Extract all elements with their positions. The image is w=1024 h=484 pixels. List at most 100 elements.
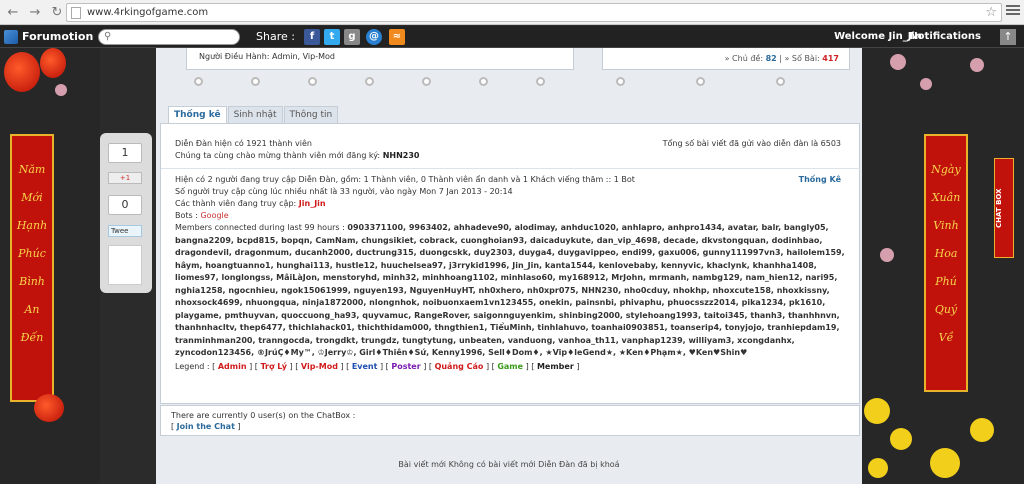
right-banner-word: Phú bbox=[935, 275, 957, 288]
legend-item: [ Quảng Cáo ] bbox=[428, 361, 492, 371]
flower-image bbox=[970, 418, 994, 442]
left-decoration: Năm Mới Hạnh Phúc Bình An Đến bbox=[0, 48, 100, 484]
binder-hole bbox=[251, 77, 260, 86]
binder-hole bbox=[308, 77, 317, 86]
left-banner-word: Bình bbox=[19, 275, 45, 288]
legend-group-link[interactable]: Game bbox=[497, 362, 523, 371]
right-new-year-banner: Ngày Xuân Vinh Hoa Phú Quý Về bbox=[924, 134, 968, 392]
stats-panel: Diễn Đàn hiện có 1921 thành viên Tổng số… bbox=[160, 123, 861, 404]
flower-image bbox=[930, 448, 960, 478]
right-banner-word: Ngày bbox=[931, 163, 961, 176]
legend-item: [ Trợ Lý ] bbox=[254, 361, 296, 371]
legend-group-link[interactable]: Vip-Mod bbox=[301, 362, 338, 371]
legend-group-link[interactable]: Member bbox=[537, 362, 574, 371]
binder-hole bbox=[479, 77, 488, 86]
stats-link[interactable]: Thống Kê bbox=[799, 174, 841, 186]
gplus-button[interactable]: +1 bbox=[108, 172, 142, 184]
legend-item: [ Game ] bbox=[491, 361, 532, 371]
legend-group-link[interactable]: Event bbox=[352, 362, 378, 371]
tab-sinh-nhat[interactable]: Sinh nhật bbox=[227, 106, 283, 123]
search-icon: ⚲ bbox=[104, 31, 112, 42]
browser-toolbar: ← → ↻ www.4rkingofgame.com ☆ bbox=[0, 0, 1024, 25]
bots-line: Bots : Google bbox=[175, 211, 229, 220]
legend-item: [ Member ] bbox=[531, 361, 580, 371]
tweet-button[interactable]: Twee bbox=[108, 225, 142, 237]
binder-hole bbox=[194, 77, 203, 86]
address-bar[interactable]: www.4rkingofgame.com ☆ bbox=[66, 3, 1002, 22]
share-counter-panel: 1 +1 0 Twee bbox=[100, 133, 152, 293]
left-new-year-banner: Năm Mới Hạnh Phúc Bình An Đến bbox=[10, 134, 54, 402]
email-icon[interactable]: @ bbox=[366, 29, 382, 45]
right-banner-word: Hoa bbox=[934, 247, 958, 260]
legend-item: [ Event ] bbox=[346, 361, 386, 371]
main-content: Người Điều Hành: Admin, Vip-Mod » Chủ đề… bbox=[156, 48, 862, 484]
search-input[interactable]: ⚲ bbox=[98, 29, 240, 45]
bookmark-star-icon[interactable]: ☆ bbox=[985, 5, 997, 20]
binder-hole bbox=[365, 77, 374, 86]
share-widget-blank bbox=[108, 245, 142, 285]
record-line: Số người truy cập cùng lúc nhiều nhất là… bbox=[175, 187, 513, 196]
google-icon[interactable]: g bbox=[344, 29, 360, 45]
legend-group-link[interactable]: Admin bbox=[218, 362, 247, 371]
posts-total: Tổng số bài viết đã gửi vào diễn đàn là … bbox=[662, 139, 841, 148]
blossom-image bbox=[970, 58, 984, 72]
right-banner-word: Về bbox=[938, 331, 954, 344]
tab-thong-ke[interactable]: Thống kê bbox=[168, 106, 227, 123]
lantern-image bbox=[34, 394, 64, 422]
rss-icon[interactable]: ≈ bbox=[389, 29, 405, 45]
forumotion-logo[interactable]: Forumotion bbox=[4, 29, 93, 44]
left-banner-word: An bbox=[24, 303, 40, 316]
legend-group-link[interactable]: Poster bbox=[391, 362, 420, 371]
page-icon bbox=[71, 6, 81, 19]
right-decoration: Ngày Xuân Vinh Hoa Phú Quý Về CHAT BOX bbox=[860, 48, 1024, 484]
chatbox-panel: There are currently 0 user(s) on the Cha… bbox=[160, 405, 860, 436]
menu-icon[interactable] bbox=[1006, 5, 1020, 17]
chatbox-status: There are currently 0 user(s) on the Cha… bbox=[171, 411, 356, 420]
left-banner-word: Phúc bbox=[18, 247, 46, 260]
forumotion-toolbar: Forumotion ⚲ Share : f t g @ ≈ Welcome J… bbox=[0, 26, 1024, 48]
share-label: Share : bbox=[256, 30, 295, 43]
members-99-hours: Members connected during last 99 hours :… bbox=[175, 223, 845, 357]
left-banner-word: Mới bbox=[21, 191, 43, 204]
legend-group-link[interactable]: Quảng Cáo bbox=[435, 362, 484, 371]
facebook-icon[interactable]: f bbox=[304, 29, 320, 45]
binder-hole bbox=[776, 77, 785, 86]
join-chat-link[interactable]: Join the Chat bbox=[177, 422, 235, 431]
right-banner-word: Quý bbox=[934, 303, 958, 316]
forward-icon[interactable]: → bbox=[26, 3, 44, 21]
legend-item: [ Poster ] bbox=[385, 361, 429, 371]
scroll-up-icon[interactable]: ↑ bbox=[1000, 29, 1016, 45]
binder-hole bbox=[422, 77, 431, 86]
current-user-link[interactable]: Jin_Jin bbox=[299, 199, 326, 208]
flower-image bbox=[890, 428, 912, 450]
left-banner-word: Đến bbox=[20, 331, 44, 344]
blossom-image bbox=[880, 248, 894, 262]
facebook-share-count[interactable]: 1 bbox=[108, 143, 142, 163]
footer-legend: Bài viết mới Không có bài viết mới Diễn … bbox=[398, 460, 620, 469]
flower-image bbox=[864, 398, 890, 424]
right-banner-word: Vinh bbox=[933, 219, 959, 232]
chatbox-side-tab[interactable]: CHAT BOX bbox=[994, 158, 1014, 258]
current-users-line: Các thành viên đang truy cập: Jin_Jin bbox=[175, 199, 326, 208]
forumotion-icon bbox=[4, 29, 18, 44]
lantern-image bbox=[40, 48, 66, 78]
right-banner-word: Xuân bbox=[931, 191, 961, 204]
forum-moderator-box: Người Điều Hành: Admin, Vip-Mod bbox=[186, 48, 574, 70]
notifications-link[interactable]: Notifications bbox=[909, 31, 981, 42]
moderator-line: Người Điều Hành: Admin, Vip-Mod bbox=[199, 52, 335, 61]
left-banner-word: Hạnh bbox=[16, 219, 48, 232]
legend-line: Legend : [ Admin ] [ Trợ Lý ] [ Vip-Mod … bbox=[175, 361, 580, 371]
newest-member-link[interactable]: NHN230 bbox=[383, 151, 420, 160]
twitter-icon[interactable]: t bbox=[324, 29, 340, 45]
members-99-list[interactable]: 0903371100, 9963402, ahhadeve90, alodima… bbox=[175, 223, 845, 357]
lantern-image bbox=[4, 52, 40, 92]
reload-icon[interactable]: ↻ bbox=[48, 3, 66, 21]
url-text: www.4rkingofgame.com bbox=[87, 7, 209, 18]
blossom-image bbox=[55, 84, 67, 96]
gplus-share-count[interactable]: 0 bbox=[108, 195, 142, 215]
binder-hole bbox=[536, 77, 545, 86]
legend-group-link[interactable]: Trợ Lý bbox=[260, 362, 287, 371]
tab-thong-tin[interactable]: Thông tin bbox=[283, 106, 339, 123]
back-icon[interactable]: ← bbox=[4, 3, 22, 21]
legend-item: [ Vip-Mod ] bbox=[295, 361, 347, 371]
